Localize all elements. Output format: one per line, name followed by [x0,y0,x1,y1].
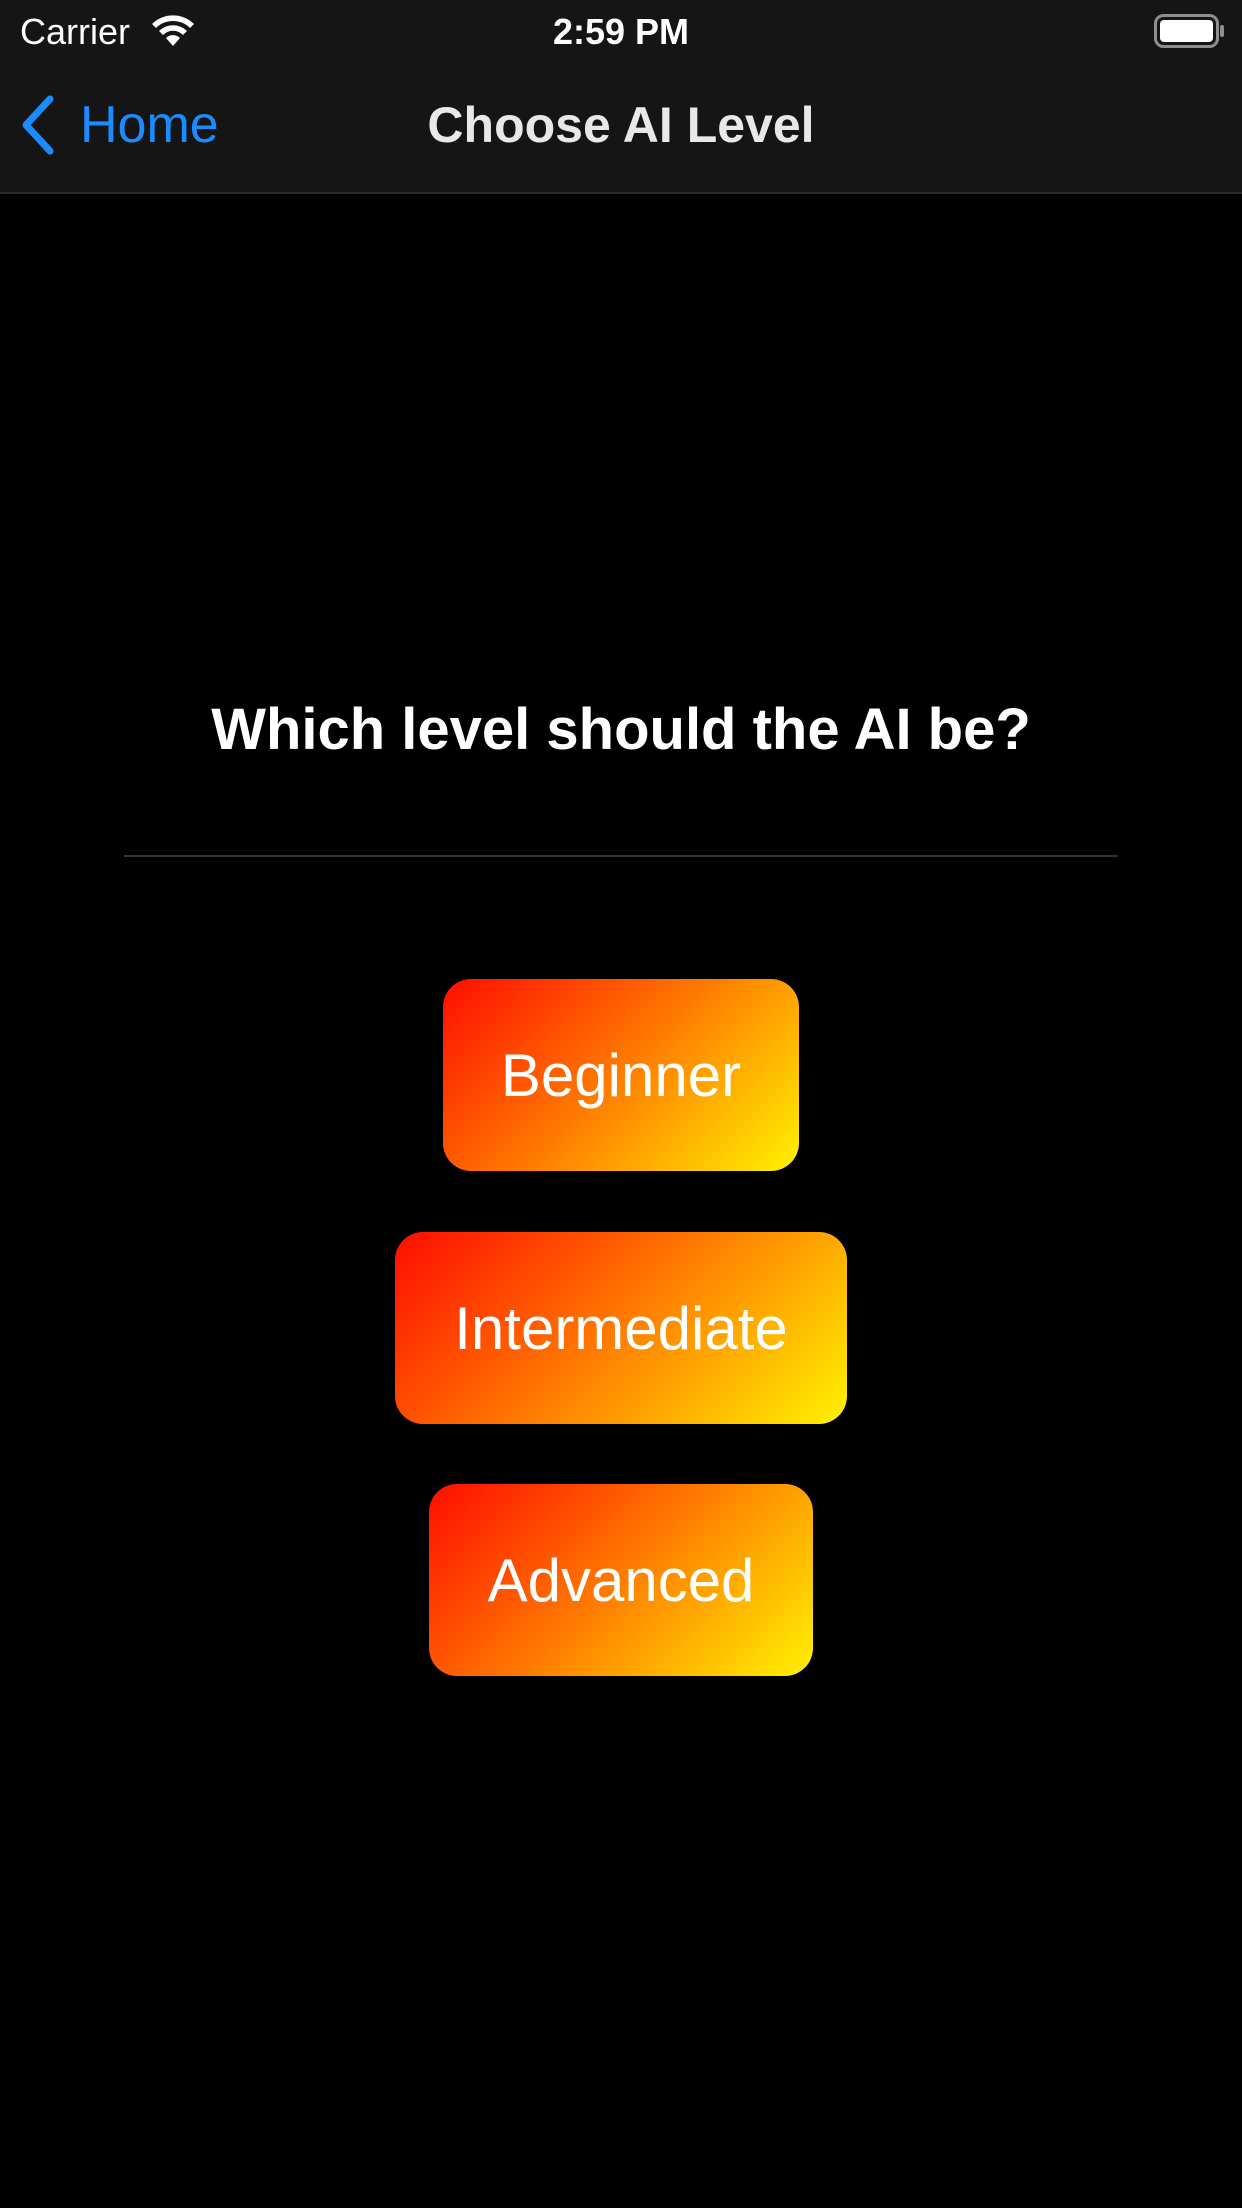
nav-title: Choose AI Level [427,97,815,153]
question-heading: Which level should the AI be? [211,697,1031,762]
beginner-button[interactable]: Beginner [443,979,799,1171]
advanced-button[interactable]: Advanced [429,1484,813,1676]
top-bar: Carrier 2:59 PM Home Choose AI Level [0,0,1242,194]
intermediate-button[interactable]: Intermediate [395,1232,847,1424]
battery-full-icon [1154,14,1224,48]
screen: Carrier 2:59 PM Home Choose AI Level Whi… [0,0,1242,2208]
status-time: 2:59 PM [552,11,690,52]
divider [124,855,1118,857]
